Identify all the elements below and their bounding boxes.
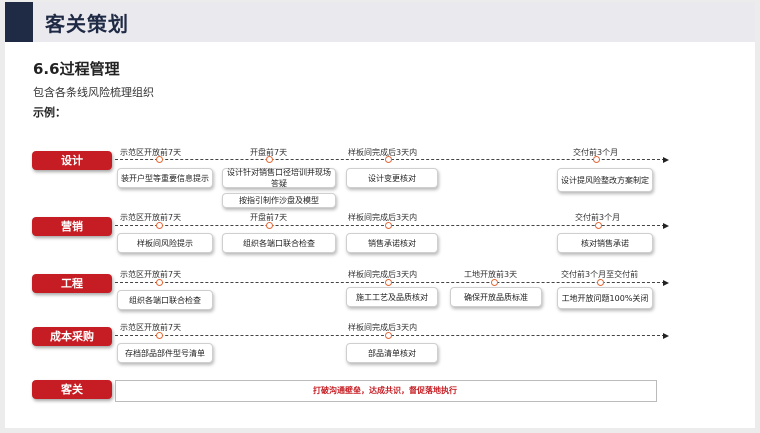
task-card: 设计提风险整改方案制定: [557, 168, 653, 192]
row-label-design: 设计: [32, 151, 112, 170]
header-bar: 客关策划: [5, 2, 755, 42]
arrow-icon: [663, 157, 669, 163]
milestone-dot-icon: [385, 279, 392, 286]
milestone-label: 示范区开放前7天: [120, 148, 182, 157]
task-card: 销售承诺核对: [346, 233, 438, 253]
row-label-cost-procurement: 成本采购: [32, 327, 112, 346]
row-label-marketing: 营销: [32, 217, 112, 236]
milestone-label: 样板间完成后3天内: [348, 270, 418, 279]
milestone-dot-icon: [385, 332, 392, 339]
milestone-dot-icon: [156, 279, 163, 286]
milestone-label: 示范区开放前7天: [120, 270, 182, 279]
task-card: 设计变更核对: [346, 168, 438, 188]
milestone-dot-icon: [266, 222, 273, 229]
milestone-dot-icon: [266, 156, 273, 163]
task-card: 样板间风险提示: [117, 233, 213, 253]
arrow-icon: [663, 280, 669, 286]
milestone-dot-icon: [156, 156, 163, 163]
section-description: 包含各条线风险梳理组织: [33, 86, 154, 99]
milestone-dot-icon: [156, 222, 163, 229]
milestone-label: 样板间完成后3天内: [348, 323, 418, 332]
milestone-label: 示范区开放前7天: [120, 323, 182, 332]
task-card: 核对销售承诺: [557, 233, 653, 253]
milestone-label: 样板间完成后3天内: [348, 213, 418, 222]
task-card: 施工工艺及品质核对: [346, 287, 438, 307]
milestone-label: 示范区开放前7天: [120, 213, 182, 222]
arrow-icon: [663, 223, 669, 229]
milestone-label: 样板间完成后3天内: [348, 148, 418, 157]
customer-relations-text: 打破沟通壁垒，达成共识，督促落地执行: [313, 386, 457, 395]
header-accent-block: [5, 2, 33, 42]
row-label-engineering: 工程: [32, 274, 112, 293]
milestone-dot-icon: [385, 222, 392, 229]
slide: 客关策划 6.6过程管理 包含各条线风险梳理组织 示例： 设计 示范区开放前7天…: [5, 2, 755, 428]
milestone-dot-icon: [597, 279, 604, 286]
milestone-dot-icon: [156, 332, 163, 339]
section-title: 6.6过程管理: [33, 60, 120, 78]
milestone-dot-icon: [385, 156, 392, 163]
task-card: 组织各端口联合检查: [222, 233, 336, 253]
milestone-dot-icon: [593, 156, 600, 163]
page-title: 客关策划: [45, 12, 129, 36]
milestone-label: 工地开放前3天: [464, 270, 518, 279]
task-card: 设计针对销售口径培训并现场答疑: [222, 168, 336, 188]
task-card: 按指引制作沙盘及模型: [222, 193, 336, 208]
task-card: 工地开放问题100%关闭: [557, 287, 653, 309]
milestone-dot-icon: [595, 222, 602, 229]
example-label: 示例：: [33, 106, 66, 119]
milestone-dot-icon: [491, 279, 498, 286]
row-label-customer-relations: 客关: [32, 380, 112, 399]
task-card: 存档部品部件型号清单: [117, 343, 213, 363]
arrow-icon: [663, 333, 669, 339]
task-card: 装开户型等重要信息提示: [117, 168, 213, 188]
task-card: 确保开放品质标准: [450, 287, 542, 307]
task-card: 部品清单核对: [346, 343, 438, 363]
task-card: 组织各端口联合检查: [117, 290, 213, 310]
